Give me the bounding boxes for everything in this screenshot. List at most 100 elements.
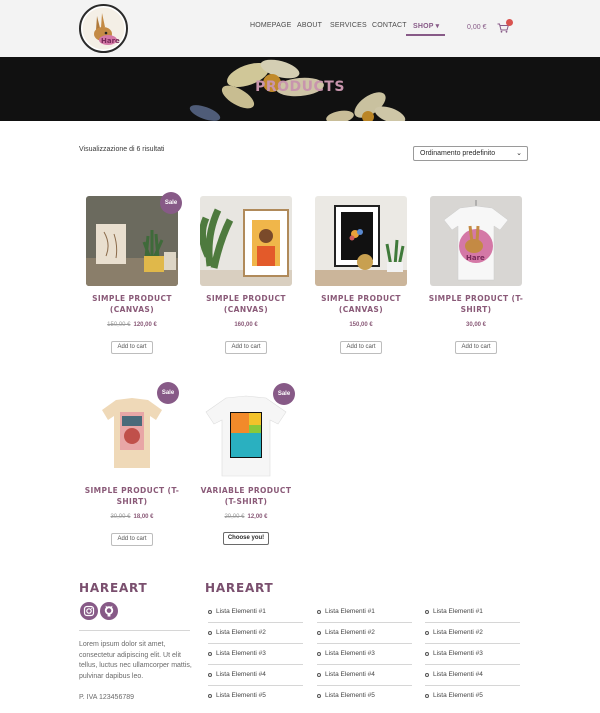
footer-list-item[interactable]: Lista Elementi #5 xyxy=(425,686,520,707)
list-bullet-icon xyxy=(317,673,321,677)
current-price: 120,00 € xyxy=(133,322,157,328)
list-bullet-icon xyxy=(425,673,429,677)
ordering-value: Ordinamento predefinito xyxy=(420,150,496,157)
list-bullet-icon xyxy=(425,652,429,656)
footer-list-label: Lista Elementi #5 xyxy=(216,692,266,699)
product-title[interactable]: SIMPLE PRODUCT (CANVAS) xyxy=(78,293,186,315)
product-title-line1: VARIABLE PRODUCT xyxy=(200,486,292,495)
footer-list-item[interactable]: Lista Elementi #2 xyxy=(317,623,412,644)
product-title-line1: SIMPLE PRODUCT (T- xyxy=(84,486,180,495)
product-title-line1: SIMPLE PRODUCT xyxy=(206,294,286,303)
svg-text:Hare: Hare xyxy=(466,254,485,262)
footer-list-label: Lista Elementi #5 xyxy=(325,692,375,699)
footer-list-item[interactable]: Lista Elementi #3 xyxy=(425,644,520,665)
ordering-select[interactable]: Ordinamento predefinito ⌄ xyxy=(413,146,528,161)
list-bullet-icon xyxy=(425,631,429,635)
product-title-line1: SIMPLE PRODUCT xyxy=(321,294,401,303)
footer-list-item[interactable]: Lista Elementi #4 xyxy=(317,665,412,686)
product-price: 160,00 € xyxy=(200,322,292,328)
nav-shop-label: SHOP xyxy=(413,23,434,30)
hare-logo-icon[interactable]: Hare xyxy=(79,4,128,53)
nav-contact[interactable]: CONTACT xyxy=(372,22,407,36)
product-title-line1: SIMPLE PRODUCT xyxy=(92,294,172,303)
product-price: 30,00 €18,00 € xyxy=(86,514,178,520)
product-image[interactable]: Hare xyxy=(430,196,522,286)
github-icon[interactable] xyxy=(100,602,118,620)
old-price: 30,00 € xyxy=(110,514,131,520)
nav-homepage[interactable]: HOMEPAGE xyxy=(250,22,292,36)
old-price: 150,00 € xyxy=(107,322,131,328)
add-to-cart-button[interactable]: Add to cart xyxy=(225,341,267,354)
footer-list-label: Lista Elementi #1 xyxy=(216,608,266,615)
footer-list-item[interactable]: Lista Elementi #2 xyxy=(425,623,520,644)
footer-list-label: Lista Elementi #3 xyxy=(325,650,375,657)
add-to-cart-button[interactable]: Add to cart xyxy=(455,341,497,354)
footer-description: Lorem ipsum dolor sit amet, consectetur … xyxy=(79,641,192,680)
choose-options-button[interactable]: Choose you! xyxy=(223,532,269,545)
list-bullet-icon xyxy=(208,673,212,677)
footer-list-label: Lista Elementi #2 xyxy=(216,629,266,636)
product-title-line2: (CANVAS) xyxy=(338,305,384,314)
footer-list-item[interactable]: Lista Elementi #4 xyxy=(208,665,303,686)
current-price: 12,00 € xyxy=(247,514,268,520)
footer-brand-heading: HAREART xyxy=(79,581,148,595)
product-price: 150,00 €120,00 € xyxy=(86,322,178,328)
product-title-line2: (CANVAS) xyxy=(109,305,155,314)
site-header: Hare HOMEPAGE ABOUT SERVICES CONTACT SHO… xyxy=(0,0,600,57)
result-count: Visualizzazione di 6 risultati xyxy=(79,146,165,153)
sale-badge: Sale xyxy=(273,383,295,405)
cart-total[interactable]: 0,00 € xyxy=(467,24,486,31)
footer-list-item[interactable]: Lista Elementi #4 xyxy=(425,665,520,686)
sale-badge: Sale xyxy=(157,382,179,404)
product-title-line2: SHIRT) xyxy=(460,305,492,314)
sale-badge: Sale xyxy=(160,192,182,214)
footer-list-label: Lista Elementi #5 xyxy=(433,692,483,699)
list-bullet-icon xyxy=(317,631,321,635)
product-price: 20,00 €12,00 € xyxy=(200,514,292,520)
list-bullet-icon xyxy=(208,610,212,614)
product-price: 30,00 € xyxy=(430,322,522,328)
footer-list-item[interactable]: Lista Elementi #2 xyxy=(208,623,303,644)
footer-list-item[interactable]: Lista Elementi #1 xyxy=(425,602,520,623)
list-bullet-icon xyxy=(425,694,429,698)
footer-links-heading: HAREART xyxy=(205,581,274,595)
current-price: 160,00 € xyxy=(234,322,258,328)
footer-list-label: Lista Elementi #2 xyxy=(325,629,375,636)
cart-count-badge xyxy=(506,19,513,26)
footer-list-label: Lista Elementi #1 xyxy=(325,608,375,615)
add-to-cart-button[interactable]: Add to cart xyxy=(111,533,153,546)
list-bullet-icon xyxy=(317,652,321,656)
product-title-line2: (T-SHIRT) xyxy=(224,497,268,506)
product-price: 150,00 € xyxy=(315,322,407,328)
footer-list-item[interactable]: Lista Elementi #5 xyxy=(208,686,303,707)
footer-list-label: Lista Elementi #3 xyxy=(216,650,266,657)
product-title[interactable]: SIMPLE PRODUCT (CANVAS) xyxy=(192,293,300,315)
list-bullet-icon xyxy=(208,652,212,656)
footer-list-item[interactable]: Lista Elementi #1 xyxy=(317,602,412,623)
nav-services[interactable]: SERVICES xyxy=(330,22,367,36)
footer-list-item[interactable]: Lista Elementi #5 xyxy=(317,686,412,707)
product-title[interactable]: SIMPLE PRODUCT (T- SHIRT) xyxy=(78,485,186,507)
page-title: Products xyxy=(255,79,345,95)
list-bullet-icon xyxy=(208,694,212,698)
product-title[interactable]: SIMPLE PRODUCT (T- SHIRT) xyxy=(422,293,530,315)
add-to-cart-button[interactable]: Add to cart xyxy=(340,341,382,354)
product-image[interactable] xyxy=(315,196,407,286)
product-image[interactable] xyxy=(200,196,292,286)
product-title-line1: SIMPLE PRODUCT (T- xyxy=(428,294,524,303)
list-bullet-icon xyxy=(425,610,429,614)
nav-shop[interactable]: SHOP ▾ xyxy=(406,20,445,36)
current-price: 30,00 € xyxy=(465,322,487,328)
product-title[interactable]: VARIABLE PRODUCT (T-SHIRT) xyxy=(192,485,300,507)
instagram-icon[interactable] xyxy=(80,602,98,620)
footer-vat: P. IVA 123456789 xyxy=(79,694,135,701)
footer-list-item[interactable]: Lista Elementi #3 xyxy=(317,644,412,665)
footer-list-item[interactable]: Lista Elementi #1 xyxy=(208,602,303,623)
product-title-line2: SHIRT) xyxy=(116,497,148,506)
product-title[interactable]: SIMPLE PRODUCT (CANVAS) xyxy=(307,293,415,315)
nav-about[interactable]: ABOUT xyxy=(297,22,322,36)
add-to-cart-button[interactable]: Add to cart xyxy=(111,341,153,354)
footer-list-label: Lista Elementi #2 xyxy=(433,629,483,636)
footer-list-item[interactable]: Lista Elementi #3 xyxy=(208,644,303,665)
footer-list-label: Lista Elementi #4 xyxy=(433,671,483,678)
